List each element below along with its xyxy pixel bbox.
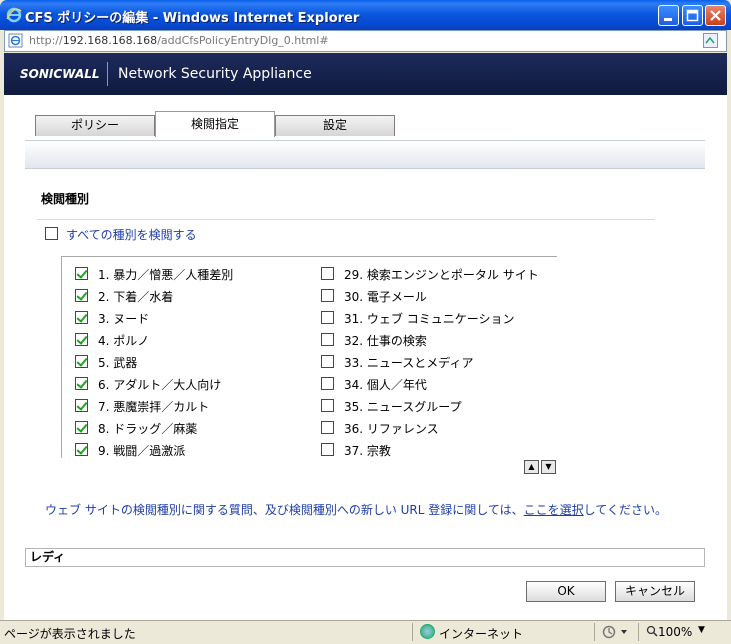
category-checkbox[interactable] [321, 377, 334, 390]
protected-mode-icon[interactable] [601, 624, 631, 640]
window-title: CFS ポリシーの編集 - Windows Internet Explorer [25, 11, 360, 26]
category-checkbox[interactable] [321, 443, 334, 456]
internet-explorer-icon [6, 7, 22, 23]
address-bar[interactable]: http://192.168.168.168/addCfsPolicyEntry… [4, 30, 727, 52]
magnifier-icon [646, 625, 658, 637]
maximize-icon [686, 9, 699, 22]
info-link[interactable]: ここを選択 [524, 503, 584, 517]
url-scheme: http:// [29, 34, 63, 47]
category-checkbox[interactable] [321, 421, 334, 434]
statusbar-separator [638, 623, 639, 641]
page-icon [8, 33, 23, 48]
category-list[interactable]: 1. 暴力／憎悪／人種差別 2. 下着／水着 3. ヌード 4. ポルノ 5. … [61, 256, 557, 458]
category-checkbox[interactable] [321, 399, 334, 412]
category-checkbox[interactable] [321, 289, 334, 302]
statusbar-separator [412, 623, 413, 641]
category-label: 32. 仕事の検索 [344, 334, 427, 348]
app-title: Network Security Appliance [118, 66, 312, 82]
category-label: 37. 宗教 [344, 444, 391, 458]
info-text: ウェブ サイトの検閲種別に関する質問、及び検閲種別への新しい URL 登録に関し… [45, 501, 667, 518]
url-path: /addCfsPolicyEntryDlg_0.html# [157, 34, 329, 47]
category-label: 33. ニュースとメディア [344, 356, 474, 370]
window-titlebar[interactable]: CFS ポリシーの編集 - Windows Internet Explorer [0, 0, 731, 30]
category-label: 7. 悪魔崇拝／カルト [98, 400, 210, 414]
select-all-label[interactable]: すべての種別を検閲する [66, 226, 197, 243]
zoom-value: 100% [658, 625, 693, 639]
app-header: SONICWALL Network Security Appliance [4, 53, 727, 95]
header-divider [107, 62, 108, 86]
category-checkbox[interactable] [75, 421, 88, 434]
category-label: 30. 電子メール [344, 290, 427, 304]
tab-settings[interactable]: 設定 [275, 115, 395, 136]
category-checkbox[interactable] [75, 377, 88, 390]
category-label: 29. 検索エンジンとポータル サイト [344, 268, 539, 282]
section-divider [37, 219, 655, 220]
info-text-before: ウェブ サイトの検閲種別に関する質問、及び検閲種別への新しい URL 登録に関し… [45, 503, 524, 517]
scroll-up-button[interactable]: ▲ [524, 460, 539, 474]
statusbar-text: ページが表示されました [4, 627, 136, 641]
tab-policy[interactable]: ポリシー [35, 115, 155, 136]
ok-button[interactable]: OK [526, 581, 606, 602]
url-host: 192.168.168.168 [62, 34, 158, 47]
address-url[interactable]: http://192.168.168.168/addCfsPolicyEntry… [29, 34, 329, 47]
compatibility-view-icon[interactable] [703, 33, 718, 48]
category-checkbox[interactable] [75, 311, 88, 324]
scroll-down-button[interactable]: ▼ [541, 460, 556, 474]
security-zone: インターネット [439, 627, 524, 641]
category-label: 2. 下着／水着 [98, 290, 174, 304]
category-label: 31. ウェブ コミュニケーション [344, 312, 515, 326]
category-checkbox[interactable] [321, 267, 334, 280]
category-label: 3. ヌード [98, 312, 150, 326]
sonicwall-logo: SONICWALL [20, 67, 100, 81]
category-checkbox[interactable] [75, 333, 88, 346]
category-checkbox[interactable] [75, 355, 88, 368]
category-label: 5. 武器 [98, 356, 138, 370]
globe-icon [420, 624, 435, 639]
category-label: 1. 暴力／憎悪／人種差別 [98, 268, 234, 282]
category-checkbox[interactable] [75, 399, 88, 412]
category-checkbox[interactable] [321, 333, 334, 346]
close-button[interactable] [705, 5, 726, 26]
maximize-button[interactable] [682, 5, 703, 26]
tab-strip [25, 140, 705, 169]
category-label: 8. ドラッグ／麻薬 [98, 422, 198, 436]
info-text-after: してください。 [583, 503, 667, 517]
category-label: 9. 戦闘／過激派 [98, 444, 186, 458]
category-label: 6. アダルト／大人向け [98, 378, 222, 392]
category-label: 34. 個人／年代 [344, 378, 427, 392]
minimize-icon [664, 18, 672, 21]
category-checkbox[interactable] [321, 355, 334, 368]
cancel-button[interactable]: キャンセル [615, 581, 695, 602]
statusbar-separator [594, 623, 595, 641]
browser-statusbar: ページが表示されました インターネット 100% ▼ [0, 620, 731, 644]
status-field: レディ [25, 548, 705, 567]
zoom-level[interactable]: 100% [646, 625, 692, 639]
zoom-dropdown-icon[interactable]: ▼ [698, 625, 705, 635]
minimize-button[interactable] [658, 5, 679, 26]
category-label: 4. ポルノ [98, 334, 150, 348]
section-title: 検閲種別 [41, 192, 90, 206]
select-all-checkbox[interactable] [45, 227, 58, 240]
close-icon [710, 10, 721, 21]
tab-categories[interactable]: 検閲指定 [155, 111, 275, 137]
dialog-content: ポリシー 検閲指定 設定 検閲種別 すべての種別を検閲する 1. 暴力／憎悪／人… [4, 95, 727, 620]
category-checkbox[interactable] [321, 311, 334, 324]
category-label: 35. ニュースグループ [344, 400, 462, 414]
category-checkbox[interactable] [75, 267, 88, 280]
category-label: 36. リファレンス [344, 422, 439, 436]
category-checkbox[interactable] [75, 443, 88, 456]
category-checkbox[interactable] [75, 289, 88, 302]
